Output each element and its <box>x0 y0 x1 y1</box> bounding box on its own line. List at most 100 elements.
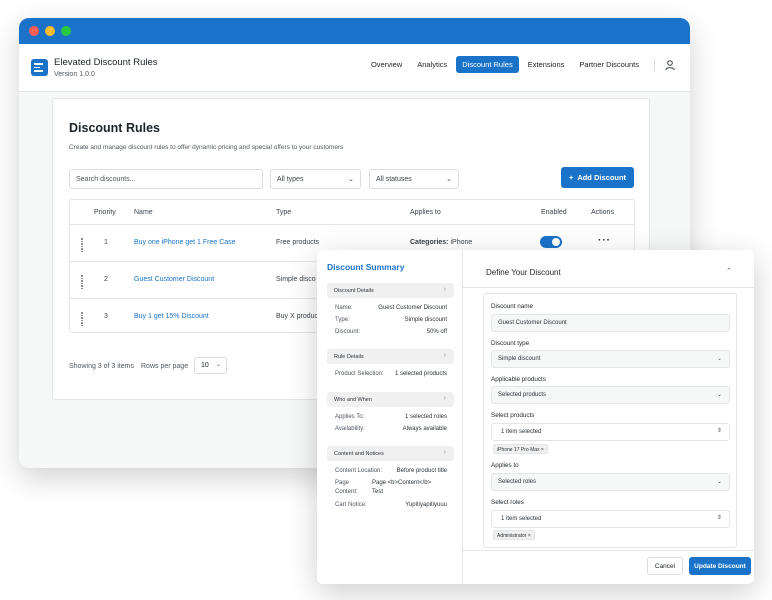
page-title: Discount Rules <box>69 121 160 135</box>
type-filter-select[interactable]: All types ⌄ <box>270 169 361 189</box>
summary-value: Test <box>372 489 384 495</box>
summary-value: 50% off <box>426 329 447 335</box>
col-priority[interactable]: Priority <box>94 209 116 216</box>
status-filter-value: All statuses <box>376 176 412 183</box>
more-dots-icon[interactable]: ··· <box>598 235 611 246</box>
select-roles-value: 1 item selected <box>501 516 542 522</box>
discount-name-label: Discount name <box>491 303 533 310</box>
summary-key: Discount: <box>335 329 361 335</box>
chevron-down-icon: ⌄ <box>348 176 354 183</box>
discount-form: Discount name Guest Customer Discount Di… <box>483 293 737 548</box>
drag-handle-icon[interactable] <box>81 238 85 252</box>
col-enabled[interactable]: Enabled <box>541 209 567 216</box>
nav-partner-discounts[interactable]: Partner Discounts <box>573 56 645 73</box>
row-name-link[interactable]: Buy one iPhone get 1 Free Case <box>134 239 236 246</box>
applies-value: iPhone <box>450 239 473 246</box>
rows-per-page-label: Rows per page <box>141 363 189 370</box>
nav-overview[interactable]: Overview <box>365 56 408 73</box>
rows-per-page-value: 10 <box>201 362 209 369</box>
type-filter-value: All types <box>277 176 304 183</box>
discount-type-label: Discount type <box>491 340 530 347</box>
edit-discount-panel: Discount Summary Discount Details › Name… <box>317 250 754 584</box>
select-products-label: Select products <box>491 412 535 419</box>
nav-divider <box>654 58 655 71</box>
update-discount-button[interactable]: Update Discount <box>689 557 751 575</box>
nav-discount-rules[interactable]: Discount Rules <box>456 56 519 73</box>
section-who-and-when[interactable]: Who and When › <box>327 392 454 407</box>
user-icon[interactable] <box>664 59 676 71</box>
col-applies-to[interactable]: Applies to <box>410 209 441 216</box>
section-content-and-notices[interactable]: Content and Notices › <box>327 446 454 461</box>
select-products-value: 1 item selected <box>501 429 542 435</box>
applicable-products-value: Selected products <box>498 392 547 398</box>
app-title: Elevated Discount Rules <box>54 57 158 68</box>
window-titlebar <box>19 18 690 44</box>
summary-key: Product Selection: <box>335 371 384 377</box>
status-filter-select[interactable]: All statuses ⌄ <box>369 169 459 189</box>
drag-handle-icon[interactable] <box>81 275 85 289</box>
drag-handle-icon[interactable] <box>81 312 85 326</box>
nav-extensions[interactable]: Extensions <box>522 56 571 73</box>
summary-key: Cart Notice: <box>335 502 367 508</box>
remove-tag-icon[interactable]: × <box>541 447 544 453</box>
applies-to-label: Applies to <box>491 462 519 469</box>
applicable-products-select[interactable]: Selected products ⌄ <box>491 386 730 404</box>
chevron-down-icon: ⌄ <box>716 392 722 398</box>
app-version: Version 1.0.0 <box>54 71 95 78</box>
items-count: Showing 3 of 3 items <box>69 363 134 370</box>
chevron-right-icon: › <box>443 352 446 359</box>
add-discount-button[interactable]: + Add Discount <box>561 167 634 188</box>
remove-tag-icon[interactable]: × <box>528 533 531 539</box>
rows-per-page-select[interactable]: 10 ⌄ <box>194 357 227 374</box>
row-applies-to: Categories: iPhone <box>410 239 472 246</box>
section-rule-details[interactable]: Rule Details › <box>327 349 454 364</box>
section-discount-details[interactable]: Discount Details › <box>327 283 454 298</box>
summary-value: Always available <box>402 426 447 432</box>
enabled-toggle[interactable] <box>540 236 562 248</box>
summary-value: 1 selected roles <box>404 414 447 420</box>
plus-icon: + <box>568 173 574 182</box>
row-priority: 2 <box>104 276 108 283</box>
select-products-multiselect[interactable]: 1 item selected ⇕ <box>491 423 730 441</box>
summary-key: Name: <box>335 305 353 311</box>
define-discount-title: Define Your Discount <box>486 268 561 277</box>
applies-label: Categories: <box>410 239 449 246</box>
row-type: Free products <box>276 239 320 246</box>
summary-key: Applies To: <box>335 414 365 420</box>
minimize-window-button[interactable] <box>45 26 55 36</box>
section-title: Discount Details <box>334 288 374 294</box>
row-name-link[interactable]: Buy 1 get 15% Discount <box>134 313 209 320</box>
chevron-down-icon: ⌄ <box>215 362 221 368</box>
summary-value: Guest Customer Discount <box>378 305 447 311</box>
nav-analytics[interactable]: Analytics <box>411 56 453 73</box>
col-actions: Actions <box>591 209 614 216</box>
chevron-up-icon[interactable]: ⌃ <box>726 267 732 275</box>
summary-key: Availability: <box>335 426 365 432</box>
footer-divider <box>463 550 754 551</box>
role-tag[interactable]: Administrator × <box>493 530 535 540</box>
col-type[interactable]: Type <box>276 209 291 216</box>
summary-key: Page <box>335 480 350 486</box>
discount-name-input[interactable]: Guest Customer Discount <box>491 314 730 332</box>
col-name[interactable]: Name <box>134 209 153 216</box>
select-roles-label: Select roles <box>491 499 524 506</box>
chevron-right-icon: › <box>443 395 446 402</box>
applies-to-select[interactable]: Selected roles ⌄ <box>491 473 730 491</box>
role-tag-label: Administrator <box>497 533 527 539</box>
summary-title: Discount Summary <box>327 262 405 272</box>
chevron-right-icon: › <box>443 449 446 456</box>
search-input[interactable]: Search discounts... <box>69 169 263 189</box>
select-roles-multiselect[interactable]: 1 item selected ⇕ <box>491 510 730 528</box>
close-window-button[interactable] <box>29 26 39 36</box>
summary-value: Simple discount <box>404 317 447 323</box>
summary-key: Type: <box>335 317 350 323</box>
cancel-button[interactable]: Cancel <box>647 557 683 575</box>
section-title: Rule Details <box>334 354 364 360</box>
maximize-window-button[interactable] <box>61 26 71 36</box>
section-title: Who and When <box>334 397 372 403</box>
row-priority: 1 <box>104 239 108 246</box>
row-name-link[interactable]: Guest Customer Discount <box>134 276 214 283</box>
discount-type-select[interactable]: Simple discount ⌄ <box>491 350 730 368</box>
product-tag[interactable]: iPhone 17 Pro Max × <box>493 444 548 454</box>
product-tag-label: iPhone 17 Pro Max <box>497 447 540 453</box>
